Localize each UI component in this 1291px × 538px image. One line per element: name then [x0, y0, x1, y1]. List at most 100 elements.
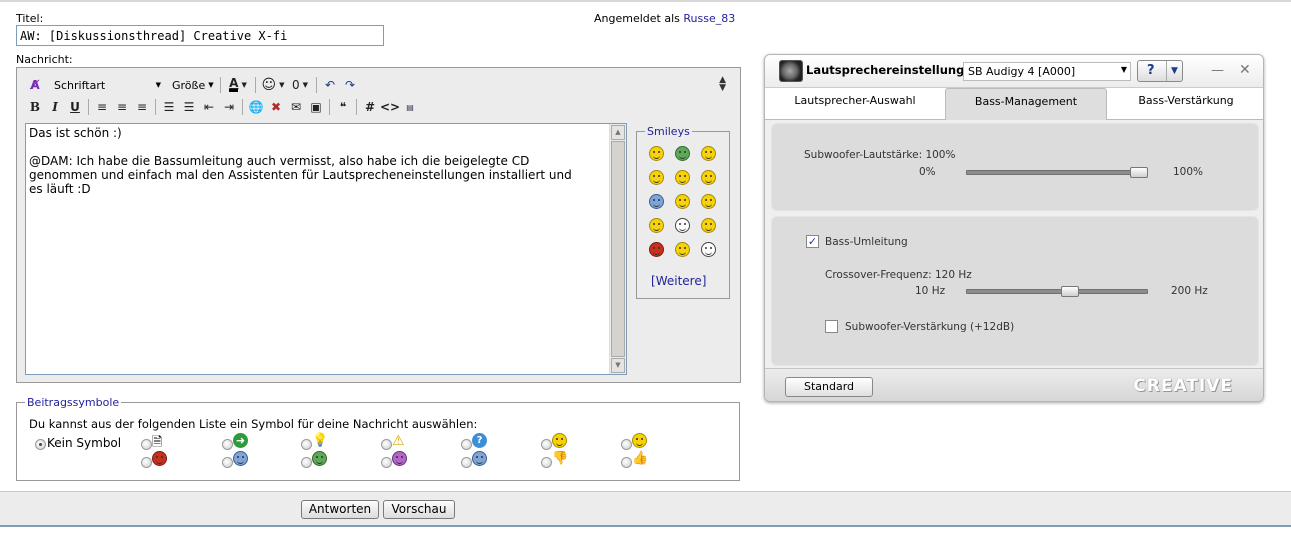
- align-right-icon[interactable]: ≡: [132, 97, 152, 117]
- standard-button[interactable]: Standard: [785, 377, 873, 397]
- tab-bass-management[interactable]: Bass-Management: [945, 88, 1107, 120]
- bass-redirect-checkbox[interactable]: ✓: [806, 235, 819, 248]
- radio-symbol[interactable]: [541, 439, 552, 450]
- font-family-select[interactable]: Schriftart ▼: [49, 76, 165, 94]
- top-divider: [0, 0, 1291, 2]
- smile-plain-icon[interactable]: [649, 218, 664, 233]
- outdent-icon[interactable]: ⇤: [199, 97, 219, 117]
- indent-icon[interactable]: ⇥: [219, 97, 239, 117]
- bold-icon[interactable]: B: [25, 97, 45, 117]
- radio-symbol[interactable]: [222, 457, 233, 468]
- toolbar-toggle-icon[interactable]: ▲ ▼: [719, 76, 726, 93]
- radio-symbol[interactable]: [381, 439, 392, 450]
- undo-icon[interactable]: ↶: [320, 75, 340, 95]
- frown-icon[interactable]: [701, 194, 716, 209]
- surprised-icon[interactable]: [675, 242, 690, 257]
- device-select[interactable]: SB Audigy 4 [A000] ▼: [963, 62, 1131, 81]
- roll-eyes-icon[interactable]: [675, 194, 690, 209]
- tab-content: Subwoofer-Lautstärke: 100% 0% 100% ✓ Bas…: [765, 120, 1263, 368]
- chevron-down-icon[interactable]: ▼: [1166, 61, 1182, 81]
- message-line: genommen und einfach mal den Assistenten…: [29, 168, 572, 182]
- remove-link-icon[interactable]: ✖: [266, 97, 286, 117]
- devil-icon[interactable]: [701, 218, 716, 233]
- radio-symbol[interactable]: [541, 457, 552, 468]
- window-title: Lautsprechereinstellungen: [806, 63, 981, 77]
- textarea-scrollbar[interactable]: ▲ ▼: [609, 124, 626, 374]
- scroll-thumb[interactable]: [611, 141, 625, 357]
- editor-toolbar-row-1: A̸ Schriftart ▼ Größe ▼ A ▼ ☺ ▼ 0 ▼ ↶ ↷: [25, 74, 360, 96]
- warning-icon: ⚠: [392, 433, 405, 449]
- bass-redirect-panel: ✓ Bass-Umleitung Crossover-Frequenz: 120…: [771, 216, 1259, 366]
- radio-symbol[interactable]: [222, 439, 233, 450]
- minimize-icon[interactable]: —: [1211, 63, 1224, 78]
- thumbs-down-icon: 👎: [552, 451, 569, 466]
- html-button[interactable]: <>: [380, 97, 400, 117]
- more-smileys-link[interactable]: [Weitere]: [651, 274, 706, 288]
- editor-toolbar-row-2: B I U ≡ ≡ ≡ ☰ ☰ ⇤ ⇥ 🌐 ✖ ✉ ▣ ❝ # <> ▤: [25, 96, 420, 118]
- eek-icon[interactable]: [675, 218, 690, 233]
- toolbar-divider: [220, 77, 221, 93]
- radio-symbol[interactable]: [141, 457, 152, 468]
- remove-format-icon[interactable]: A̸: [25, 75, 45, 95]
- subwoofer-volume-thumb[interactable]: [1130, 167, 1148, 178]
- radio-symbol[interactable]: [141, 439, 152, 450]
- insert-link-icon[interactable]: 🌐: [246, 97, 266, 117]
- more-smileys-label[interactable]: Weitere: [656, 274, 702, 288]
- subwoofer-boost-checkbox[interactable]: [825, 320, 838, 333]
- insert-image-icon[interactable]: ▣: [306, 97, 326, 117]
- toolbar-divider: [155, 99, 156, 115]
- tongue-icon[interactable]: [701, 242, 716, 257]
- username-link[interactable]: Russe_83: [683, 12, 735, 25]
- smiley-menu-button[interactable]: ☺ ▼: [259, 75, 287, 95]
- align-left-icon[interactable]: ≡: [92, 97, 112, 117]
- happy-icon[interactable]: [701, 146, 716, 161]
- radio-symbol[interactable]: [461, 457, 472, 468]
- tab-speaker-selection[interactable]: Lautsprecher-Auswahl: [765, 88, 945, 120]
- crossover-slider[interactable]: [966, 289, 1148, 294]
- insert-email-icon[interactable]: ✉: [286, 97, 306, 117]
- font-size-select[interactable]: Größe ▼: [167, 76, 217, 94]
- radio-symbol[interactable]: [621, 439, 632, 450]
- message-editor: A̸ Schriftart ▼ Größe ▼ A ▼ ☺ ▼ 0 ▼ ↶ ↷ …: [16, 67, 741, 383]
- scroll-up-icon[interactable]: ▲: [611, 125, 625, 140]
- wink-icon[interactable]: [649, 170, 664, 185]
- bracket-close: ]: [701, 274, 707, 288]
- subwoofer-volume-slider[interactable]: [966, 170, 1148, 175]
- unordered-list-icon[interactable]: ☰: [179, 97, 199, 117]
- italic-icon[interactable]: I: [45, 97, 65, 117]
- radio-symbol[interactable]: [301, 439, 312, 450]
- radio-symbol[interactable]: [381, 457, 392, 468]
- align-center-icon[interactable]: ≡: [112, 97, 132, 117]
- close-icon[interactable]: ✕: [1239, 62, 1251, 78]
- arrow-right-icon: ➜: [233, 433, 248, 448]
- help-button[interactable]: ? ▼: [1137, 60, 1183, 82]
- cool-icon[interactable]: [701, 170, 716, 185]
- attachment-menu-button[interactable]: 0 ▼: [287, 75, 313, 95]
- window-title-bar[interactable]: Lautsprechereinstellungen SB Audigy 4 [A…: [765, 55, 1263, 88]
- no-symbol-label: Kein Symbol: [47, 436, 122, 450]
- radio-symbol[interactable]: [301, 457, 312, 468]
- smile-icon[interactable]: [649, 146, 664, 161]
- title-input[interactable]: [16, 25, 384, 46]
- ordered-list-icon[interactable]: ☰: [159, 97, 179, 117]
- underline-icon[interactable]: U: [65, 97, 85, 117]
- tab-bass-boost[interactable]: Bass-Verstärkung: [1107, 88, 1263, 120]
- reply-button[interactable]: Antworten: [301, 500, 379, 519]
- code-button[interactable]: #: [360, 97, 380, 117]
- redo-icon[interactable]: ↷: [340, 75, 360, 95]
- radio-symbol[interactable]: [621, 457, 632, 468]
- message-textarea[interactable]: Das ist schön :) @DAM: Ich habe die Bass…: [25, 123, 627, 375]
- crossover-thumb[interactable]: [1060, 286, 1079, 297]
- scroll-down-icon[interactable]: ▼: [611, 358, 625, 373]
- preview-button[interactable]: Vorschau: [383, 500, 455, 519]
- radio-no-symbol[interactable]: [35, 439, 46, 450]
- grin-icon[interactable]: [675, 146, 690, 161]
- mad-icon[interactable]: [649, 242, 664, 257]
- font-color-button[interactable]: A ▼: [224, 75, 252, 95]
- quote-icon[interactable]: ❝: [333, 97, 353, 117]
- php-icon[interactable]: ▤: [400, 97, 420, 117]
- big-grin-icon[interactable]: [649, 194, 664, 209]
- happy-icon: [472, 451, 487, 466]
- confused-icon[interactable]: [675, 170, 690, 185]
- radio-symbol[interactable]: [461, 439, 472, 450]
